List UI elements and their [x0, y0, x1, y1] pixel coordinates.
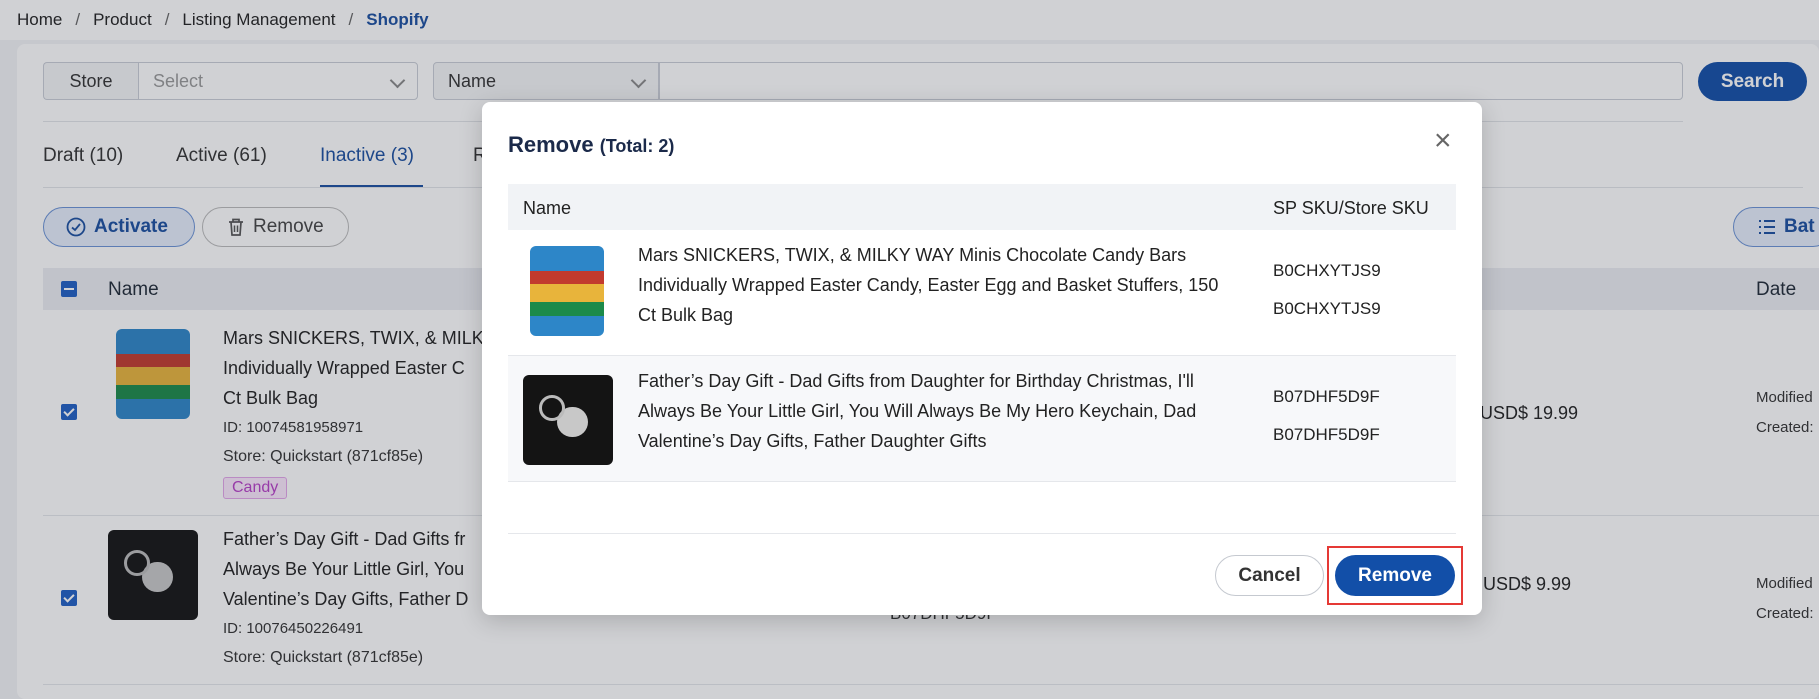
dialog-list-item: Mars SNICKERS, TWIX, & MILKY WAY Minis C… [508, 230, 1456, 355]
sp-sku: B0CHXYTJS9 [1273, 261, 1381, 280]
dialog-table-header: Name SP SKU/Store SKU [508, 184, 1456, 230]
store-sku: B07DHF5D9F [1273, 425, 1380, 444]
dialog-title-text: Remove [508, 132, 594, 157]
row-divider [508, 481, 1456, 482]
dialog-item-name: Father’s Day Gift - Dad Gifts from Daugh… [638, 371, 1197, 451]
cancel-button[interactable]: Cancel [1215, 555, 1324, 596]
store-sku: B0CHXYTJS9 [1273, 299, 1381, 318]
footer-divider [508, 533, 1456, 534]
dialog-total: (Total: 2) [599, 136, 675, 156]
highlight-box [1327, 546, 1463, 605]
dialog-item-name: Mars SNICKERS, TWIX, & MILKY WAY Minis C… [638, 245, 1219, 325]
dialog-column-sku: SP SKU/Store SKU [1273, 198, 1429, 218]
dialog-list-item: Father’s Day Gift - Dad Gifts from Daugh… [508, 356, 1456, 481]
remove-dialog: Remove (Total: 2) × Name SP SKU/Store SK… [482, 102, 1482, 615]
sp-sku: B07DHF5D9F [1273, 387, 1380, 406]
product-image-keychain [523, 375, 613, 465]
product-image-candy [530, 246, 604, 336]
dialog-title: Remove (Total: 2) [508, 132, 674, 158]
dialog-column-name: Name [523, 198, 572, 218]
close-icon[interactable]: × [1434, 126, 1452, 156]
